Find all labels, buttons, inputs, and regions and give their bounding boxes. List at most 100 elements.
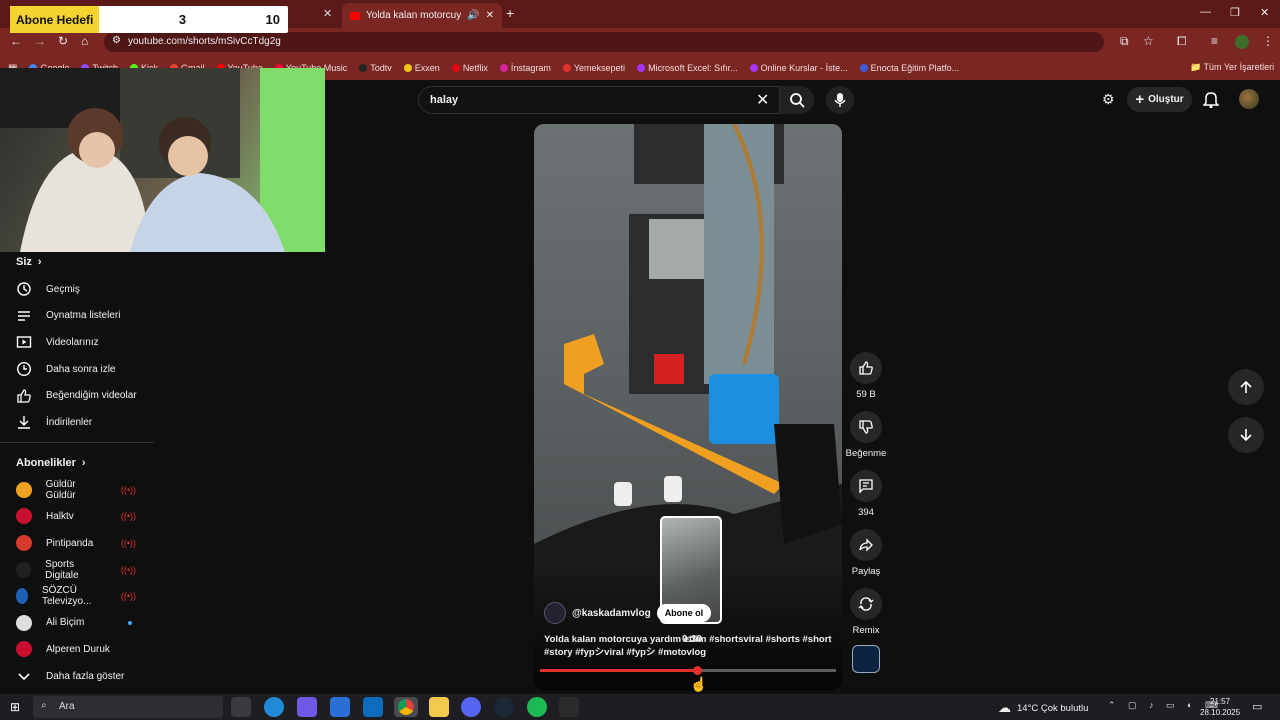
chrome-icon[interactable] <box>394 697 418 717</box>
sidebar-channel-item[interactable]: SÖZCÜ Televizyo... ((•)) <box>0 583 154 610</box>
channel-name[interactable]: @kaskadamvlog <box>572 608 651 619</box>
sidebar-channel-item[interactable]: Alperen Duruk <box>0 636 154 663</box>
sidebar-channel-item[interactable]: Ali Biçim <box>0 610 154 637</box>
sidebar-channel-item[interactable]: Pintipanda ((•)) <box>0 530 154 557</box>
remix-button[interactable] <box>850 588 882 620</box>
sidebar-channel-item[interactable]: Sports Digitale ((•)) <box>0 556 154 583</box>
new-tab-button[interactable]: + <box>506 5 514 21</box>
sidebar-item-history[interactable]: Geçmiş <box>0 276 154 303</box>
site-info-icon[interactable]: ⚙ <box>112 35 121 46</box>
sidebar-item-watch-later[interactable]: Daha sonra izle <box>0 356 154 383</box>
bookmark-item[interactable]: Netflix <box>451 63 488 73</box>
tab-active[interactable]: Yolda kalan motorcuya yard 🔊 ✕ <box>342 3 502 28</box>
audio-icon[interactable]: 🔊 <box>467 10 479 21</box>
search-button[interactable] <box>780 86 814 114</box>
close-tab-icon[interactable]: ✕ <box>323 7 332 20</box>
minimize-icon[interactable]: — <box>1200 6 1211 18</box>
comments-button[interactable] <box>850 470 882 502</box>
copilot-icon[interactable] <box>297 697 317 717</box>
forward-icon[interactable]: → <box>34 34 46 48</box>
next-short-button[interactable] <box>1228 417 1264 453</box>
sidebar-channel-item[interactable]: Güldür Güldür ((•)) <box>0 477 154 504</box>
sidebar-channel-item[interactable]: Halktv ((•)) <box>0 503 154 530</box>
like-button[interactable] <box>850 352 882 384</box>
remix-action: Remix <box>848 588 884 636</box>
new-content-dot <box>128 620 132 625</box>
sidebar: Siz › Geçmiş Oynatma listeleri Videoların… <box>0 252 154 692</box>
playlist-icon <box>16 308 32 324</box>
remix-icon <box>858 597 874 611</box>
weather-widget[interactable]: ☁ 14°C Çok bulutlu <box>998 700 1088 716</box>
voice-search-button[interactable] <box>826 86 854 114</box>
sound-thumbnail[interactable] <box>852 645 880 673</box>
windows-start-icon[interactable]: ⊞ <box>10 700 20 714</box>
restore-icon[interactable]: ❐ <box>1230 6 1240 19</box>
store-icon[interactable] <box>330 697 350 717</box>
cloud-icon: ☁ <box>998 700 1011 715</box>
home-icon[interactable]: ⌂ <box>81 34 88 48</box>
close-window-icon[interactable]: ✕ <box>1260 6 1269 19</box>
bookmark-item[interactable]: Todtv <box>359 63 392 73</box>
bookmark-item[interactable]: Microsoft Excel: Sıfır... <box>637 63 738 73</box>
file-explorer-icon[interactable] <box>429 697 449 717</box>
url-field[interactable]: ⚙ youtube.com/shorts/mSivCcTdg2g <box>104 32 1104 52</box>
cast-icon[interactable]: ⚙ <box>1102 91 1115 108</box>
taskbar-clock[interactable]: 21:57 28.10.2025 <box>1200 696 1240 718</box>
bookmark-item[interactable]: Exxen <box>403 63 440 73</box>
steam-icon[interactable] <box>494 697 514 717</box>
bookmark-star-icon[interactable]: ☆ <box>1143 34 1154 48</box>
share-button[interactable] <box>850 529 882 561</box>
progress-fill <box>540 669 697 672</box>
more-menu-icon[interactable]: ⋮ <box>1262 34 1274 48</box>
notification-center-icon[interactable]: ▭ <box>1252 700 1262 713</box>
like-action: 59 B <box>848 352 884 400</box>
clear-search-icon[interactable]: ✕ <box>756 90 769 110</box>
channel-avatar[interactable] <box>544 602 566 624</box>
extensions-icon[interactable]: ⧠ <box>1177 34 1187 49</box>
short-info: @kaskadamvlog Abone ol Yolda kalan motor… <box>544 602 834 659</box>
channel-avatar <box>16 481 32 498</box>
you-section-title[interactable]: Siz › <box>0 252 154 272</box>
reload-icon[interactable]: ↻ <box>58 34 68 48</box>
show-more-button[interactable]: Daha fazla göster <box>0 663 154 690</box>
plus-icon: + <box>1135 91 1145 108</box>
sidebar-item-downloads[interactable]: İndirilenler <box>0 409 154 436</box>
discord-icon[interactable] <box>461 697 481 717</box>
live-indicator-icon: ((•)) <box>120 484 136 495</box>
bookmark-item[interactable]: Online Kurslar - İste... <box>749 63 848 73</box>
sidebar-item-your-videos[interactable]: Videolarınız <box>0 329 154 356</box>
bookmark-item[interactable]: Enocta Eğitim Platfo... <box>859 63 959 73</box>
thumb-up-icon <box>859 361 873 375</box>
media-control-icon[interactable]: ≡ <box>1211 34 1218 48</box>
subscriptions-section-title[interactable]: Abonelikler › <box>0 453 154 473</box>
task-view-icon[interactable] <box>231 697 251 717</box>
all-bookmarks[interactable]: 📁 Tüm Yer İşaretleri <box>1190 62 1274 73</box>
youtube-favicon-icon <box>350 11 360 20</box>
progress-scrubber[interactable] <box>692 666 702 675</box>
webcam-scene <box>0 68 325 252</box>
bookmark-item[interactable]: Yemeksepeti <box>562 63 625 73</box>
bookmark-item[interactable]: İnstagram <box>499 63 551 73</box>
sidebar-item-liked[interactable]: Beğendiğim videolar <box>0 382 154 409</box>
create-button[interactable]: + Oluştur <box>1127 87 1192 112</box>
short-description[interactable]: Yolda kalan motorcuya yardım ettim #shor… <box>544 633 834 659</box>
account-avatar[interactable] <box>1239 89 1259 109</box>
search-input[interactable]: halay <box>418 86 780 114</box>
install-app-icon[interactable]: ⧉ <box>1120 34 1129 49</box>
live-indicator-icon: ((•)) <box>120 591 136 602</box>
outlook-icon[interactable] <box>363 697 383 717</box>
back-icon[interactable]: ← <box>10 34 22 48</box>
subscribe-button[interactable]: Abone ol <box>656 604 712 622</box>
dislike-button[interactable] <box>850 411 882 443</box>
sidebar-item-playlists[interactable]: Oynatma listeleri <box>0 303 154 330</box>
taskbar-search[interactable]: ⌕ Ara <box>33 696 223 718</box>
profile-avatar[interactable] <box>1235 35 1249 49</box>
liked-icon <box>16 388 32 404</box>
close-tab-icon[interactable]: ✕ <box>486 10 494 21</box>
spotify-icon[interactable] <box>527 697 547 717</box>
obs-icon[interactable] <box>559 697 579 717</box>
edge-icon[interactable] <box>264 697 284 717</box>
channel-list: Güldür Güldür ((•)) Halktv ((•)) Pintipanda(… <box>0 477 154 663</box>
previous-short-button[interactable] <box>1228 369 1264 405</box>
notifications-icon[interactable] <box>1202 90 1220 113</box>
